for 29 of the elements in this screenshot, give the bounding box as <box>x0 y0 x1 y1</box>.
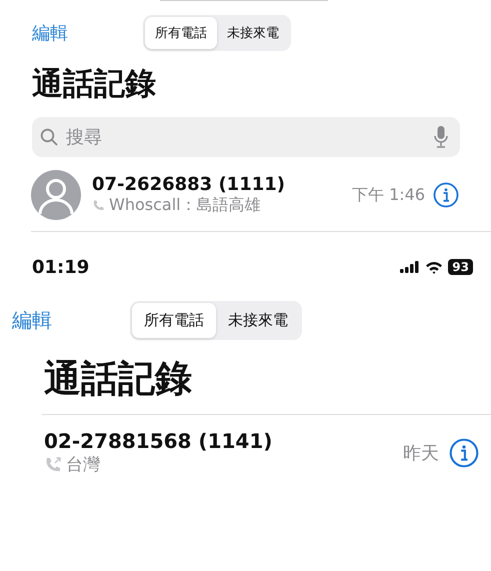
search-field[interactable]: 搜尋 <box>64 126 428 148</box>
avatar-icon <box>31 170 81 220</box>
segment-tab[interactable]: 所有電話 <box>145 17 217 49</box>
wifi-icon <box>425 260 444 274</box>
battery-indicator: 93 <box>448 259 473 275</box>
segment-tab[interactable]: 未接來電 <box>217 17 289 49</box>
call-row[interactable]: 07-2626883 (1111) Whoscall：島語高雄 下午 1:46 <box>31 169 491 232</box>
signal-icon <box>400 261 420 273</box>
call-time: 昨天 <box>403 442 439 464</box>
page-title: 通話記錄 <box>32 65 157 104</box>
segment-tab[interactable]: 所有電話 <box>132 302 216 338</box>
info-icon[interactable] <box>433 182 459 208</box>
phone-number: 02-27881568 (1141) <box>44 429 274 453</box>
phone-number: 07-2626883 (1111) <box>92 174 286 195</box>
phone-icon <box>92 199 105 212</box>
search-icon <box>40 128 58 146</box>
search-bar[interactable]: 搜尋 <box>32 117 460 157</box>
info-icon[interactable] <box>449 438 479 468</box>
call-detail: Whoscall：島語高雄 <box>109 195 261 216</box>
call-time: 下午 1:46 <box>352 184 425 206</box>
segment-tab[interactable]: 未接來電 <box>216 302 300 338</box>
status-time: 01:19 <box>32 256 90 278</box>
microphone-icon <box>434 126 448 148</box>
edit-button[interactable]: 編輯 <box>12 306 52 334</box>
page-title: 通話記錄 <box>44 356 193 402</box>
edit-button[interactable]: 編輯 <box>32 21 68 45</box>
outgoing-call-icon <box>44 456 62 474</box>
call-detail: 台灣 <box>66 454 100 476</box>
call-row[interactable]: 02-27881568 (1141) 台灣 昨天 <box>8 429 491 476</box>
